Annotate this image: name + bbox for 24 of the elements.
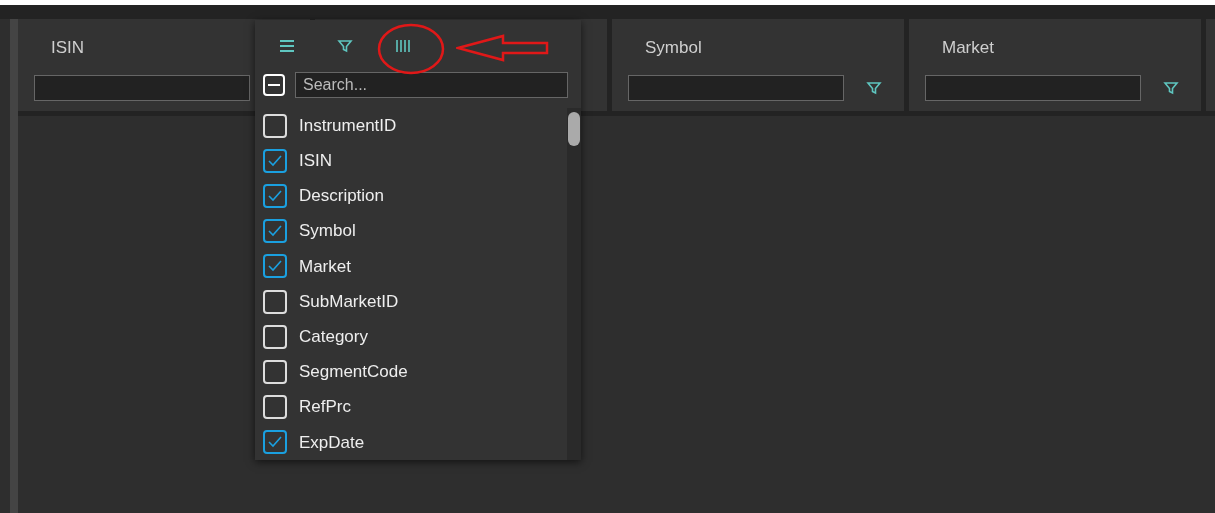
column-toggle[interactable]: RefPrc bbox=[263, 389, 567, 425]
column-toggle[interactable]: SegmentCode bbox=[263, 354, 567, 390]
column-toggle[interactable]: Market bbox=[263, 248, 567, 284]
column-label: Category bbox=[299, 326, 368, 349]
column-title[interactable]: Market bbox=[942, 35, 994, 61]
column-toggle[interactable]: ISIN bbox=[263, 143, 567, 179]
column-label: SegmentCode bbox=[299, 361, 408, 384]
column-toggle[interactable]: Category bbox=[263, 319, 567, 355]
column-title[interactable]: Symbol bbox=[645, 35, 702, 61]
column-toggle[interactable]: Description bbox=[263, 178, 567, 214]
column-toggle[interactable]: Symbol bbox=[263, 213, 567, 249]
column-label: ISIN bbox=[299, 150, 333, 173]
column-label: RefPrc bbox=[299, 396, 351, 419]
column-toggle[interactable]: InstrumentID bbox=[263, 108, 567, 144]
column-title[interactable]: ISIN bbox=[51, 35, 85, 61]
column-label: SubMarketID bbox=[299, 290, 399, 313]
column-toggle[interactable]: SubMarketID bbox=[263, 284, 567, 320]
column-label: Symbol bbox=[299, 220, 356, 243]
column-label: InstrumentID bbox=[299, 114, 397, 137]
search-field[interactable]: Search... bbox=[295, 72, 568, 98]
column-label: ExpDate bbox=[299, 431, 365, 454]
column-label: Market bbox=[299, 255, 351, 278]
column-label: Description bbox=[299, 185, 385, 208]
column-toggle[interactable]: ExpDate bbox=[263, 424, 567, 460]
